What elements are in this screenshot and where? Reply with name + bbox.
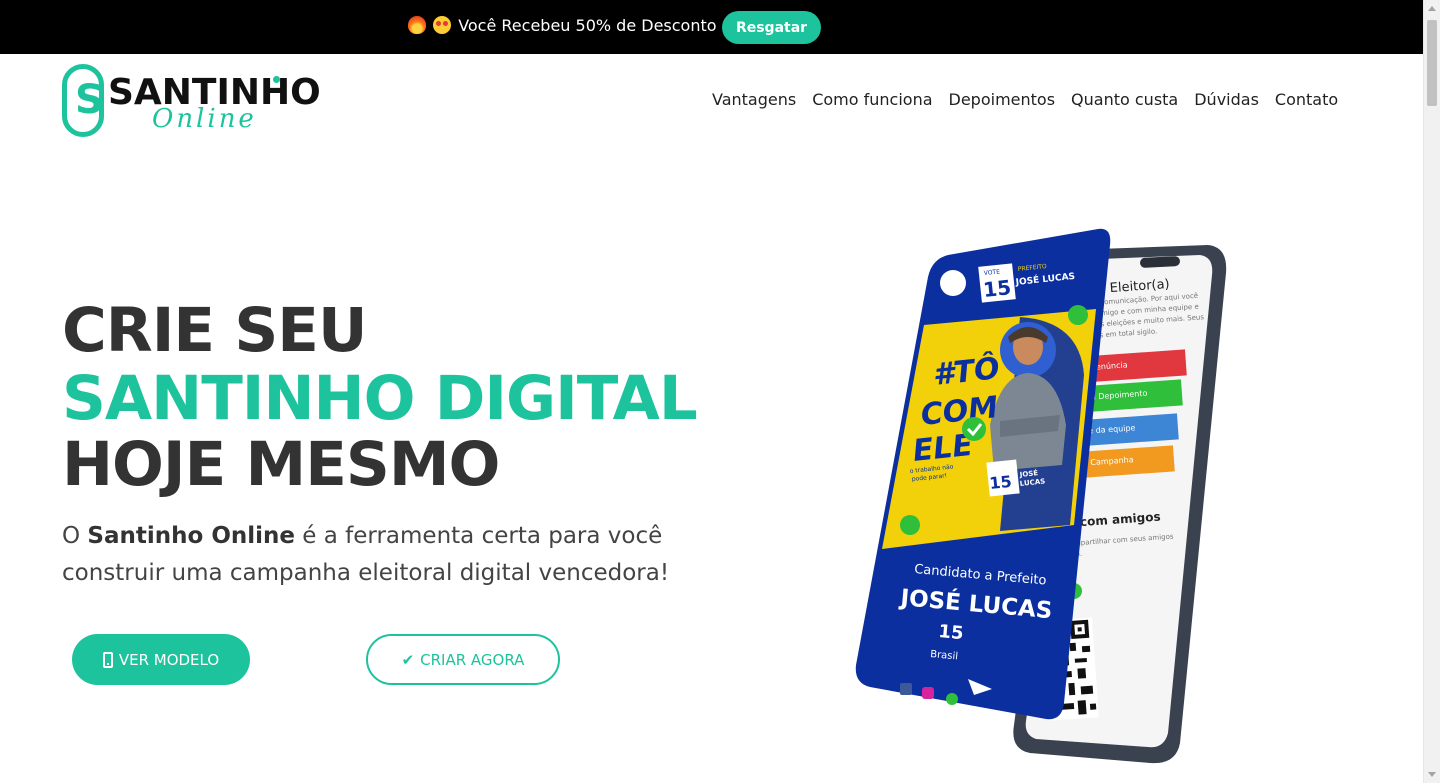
scroll-thumb[interactable]	[1427, 20, 1437, 106]
double-check-icon: ✔	[401, 650, 415, 669]
promo-bar: Você Recebeu 50% de Desconto ! Resgatar	[0, 0, 1423, 54]
hero-title-line-1: CRIE SEU	[62, 295, 367, 366]
nav-vantagens[interactable]: Vantagens	[712, 90, 796, 109]
scroll-up-arrow-icon[interactable]	[1428, 6, 1436, 11]
promo-text: Você Recebeu 50% de Desconto !	[458, 16, 729, 35]
hero-title-line-3: HOJE MESMO	[62, 429, 500, 500]
promo-message: Você Recebeu 50% de Desconto !	[408, 16, 728, 35]
fire-icon	[408, 16, 426, 34]
whatsapp-card-icon	[946, 693, 958, 705]
nav-contato[interactable]: Contato	[1275, 90, 1338, 109]
logo-subtitle: Online	[152, 104, 257, 134]
nav-como-funciona[interactable]: Como funciona	[812, 90, 932, 109]
nav-duvidas[interactable]: Dúvidas	[1194, 90, 1259, 109]
svg-text:15: 15	[982, 275, 1012, 302]
site-logo[interactable]: S SANTINHO Online	[62, 64, 332, 140]
hero-title-line-2: SANTINHO DIGITAL	[62, 363, 698, 434]
main-nav: Vantagens Como funciona Depoimentos Quan…	[712, 90, 1338, 109]
svg-text:15: 15	[988, 472, 1012, 493]
nav-depoimentos[interactable]: Depoimentos	[949, 90, 1056, 109]
phone-mockup-image: o Eleitor(a) e comunicação. Por aqui voc…	[855, 228, 1227, 764]
smartphone-icon	[102, 651, 113, 668]
nav-quanto-custa[interactable]: Quanto custa	[1071, 90, 1178, 109]
logo-s-mark-icon: S	[62, 64, 104, 137]
instagram-icon	[922, 687, 934, 699]
ver-modelo-button[interactable]: VER MODELO	[72, 634, 250, 685]
scroll-down-arrow-icon[interactable]	[1428, 772, 1436, 777]
criar-agora-button[interactable]: ✔ CRIAR AGORA	[366, 634, 560, 685]
resgatar-button[interactable]: Resgatar	[722, 11, 821, 44]
candidate-number: 15	[938, 621, 965, 644]
hero-description: O Santinho Online é a ferramenta certa p…	[62, 523, 670, 586]
logo-dot-icon	[273, 76, 280, 83]
heart-eyes-icon	[433, 16, 452, 34]
facebook-icon	[900, 683, 912, 695]
page-scrollbar[interactable]	[1423, 0, 1440, 783]
brand-name: Santinho Online	[87, 523, 295, 549]
